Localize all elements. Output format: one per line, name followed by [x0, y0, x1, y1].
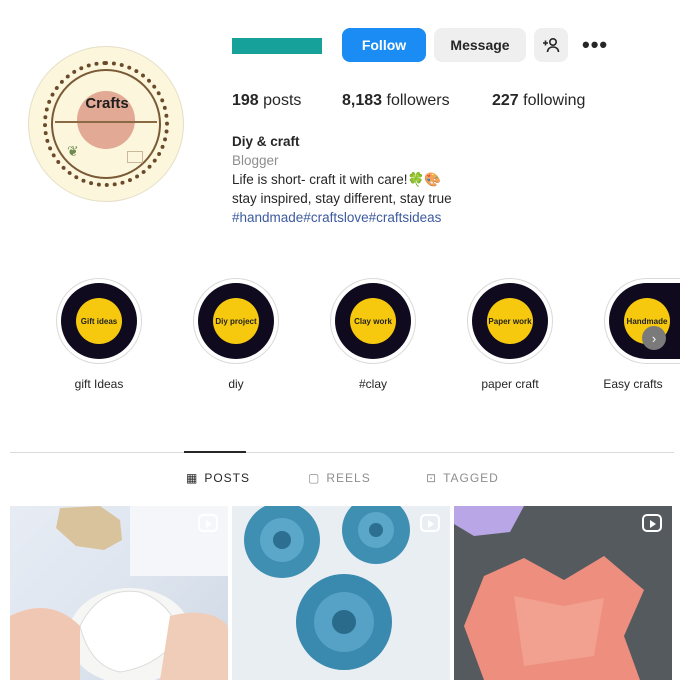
- highlight-badge: Clay work: [350, 298, 396, 344]
- follow-button[interactable]: Follow: [342, 28, 426, 62]
- tab-reels-label: REELS: [326, 471, 371, 485]
- post-tile-3[interactable]: [454, 506, 672, 680]
- message-button[interactable]: Message: [434, 28, 526, 62]
- add-user-button[interactable]: [534, 28, 568, 62]
- following-label: following: [523, 92, 586, 109]
- more-options-icon[interactable]: •••: [582, 32, 608, 58]
- bio-line-1: Life is short- craft it with care!🍀🎨: [232, 172, 442, 187]
- bio-line-2: stay inspired, stay different, stay true: [232, 191, 452, 206]
- profile-category: Blogger: [232, 153, 279, 168]
- posts-count: 198: [232, 92, 259, 109]
- chevron-right-icon[interactable]: ›: [642, 326, 666, 350]
- highlight-label: gift Ideas: [74, 377, 124, 391]
- highlight-badge: Paper work: [487, 298, 533, 344]
- paper-flower-white-image: [10, 506, 228, 680]
- followers-count: 8,183: [342, 92, 383, 109]
- avatar-text: Crafts: [85, 95, 129, 112]
- bio-hashtags[interactable]: #handmade#craftslove#craftsideas: [232, 208, 441, 227]
- highlight-label: Easy crafts: [603, 377, 663, 391]
- followers-label: followers: [386, 92, 450, 109]
- reel-icon: [420, 514, 440, 532]
- reel-icon: [198, 514, 218, 532]
- tab-tagged[interactable]: ⊡ TAGGED: [426, 471, 499, 485]
- reels-icon: ▢: [308, 471, 321, 485]
- blue-paper-roses-image: [244, 506, 410, 670]
- following-stat[interactable]: 227 following: [492, 92, 585, 110]
- highlight-diy[interactable]: Diy project: [193, 278, 279, 364]
- profile-name: Diy & craft: [232, 134, 300, 149]
- highlight-badge: Diy project: [213, 298, 259, 344]
- highlight-badge: Gift ideas: [76, 298, 122, 344]
- highlight-easy-crafts[interactable]: Handmade: [604, 278, 680, 364]
- tab-reels[interactable]: ▢ REELS: [308, 471, 371, 485]
- post-tile-1[interactable]: [10, 506, 228, 680]
- highlight-gift-ideas[interactable]: Gift ideas: [56, 278, 142, 364]
- highlight-label: diy: [228, 377, 244, 391]
- tab-posts-label: POSTS: [204, 471, 251, 485]
- profile-avatar[interactable]: Crafts ❦: [28, 46, 184, 202]
- highlight-label: paper craft: [481, 377, 539, 391]
- tagged-icon: ⊡: [426, 471, 438, 485]
- frame-icon: [127, 151, 143, 163]
- posts-label: posts: [263, 92, 302, 109]
- following-count: 227: [492, 92, 519, 109]
- highlight-paper-craft[interactable]: Paper work: [467, 278, 553, 364]
- avatar-shelf: [55, 121, 157, 123]
- highlight-label: #clay: [358, 377, 387, 391]
- reel-icon: [642, 514, 662, 532]
- highlight-clay[interactable]: Clay work: [330, 278, 416, 364]
- tab-posts[interactable]: ▦ POSTS: [186, 471, 250, 485]
- grid-icon: ▦: [186, 471, 199, 485]
- leaf-icon: ❦: [67, 143, 79, 159]
- tabs-divider: [10, 452, 674, 453]
- post-tile-2[interactable]: [232, 506, 450, 680]
- tab-tagged-label: TAGGED: [443, 471, 499, 485]
- username-redacted: [232, 38, 322, 54]
- active-tab-indicator: [184, 451, 246, 453]
- followers-stat[interactable]: 8,183 followers: [342, 92, 450, 110]
- posts-stat[interactable]: 198 posts: [232, 92, 301, 110]
- add-user-icon: [543, 37, 560, 53]
- pink-paper-flower-image: [454, 506, 644, 680]
